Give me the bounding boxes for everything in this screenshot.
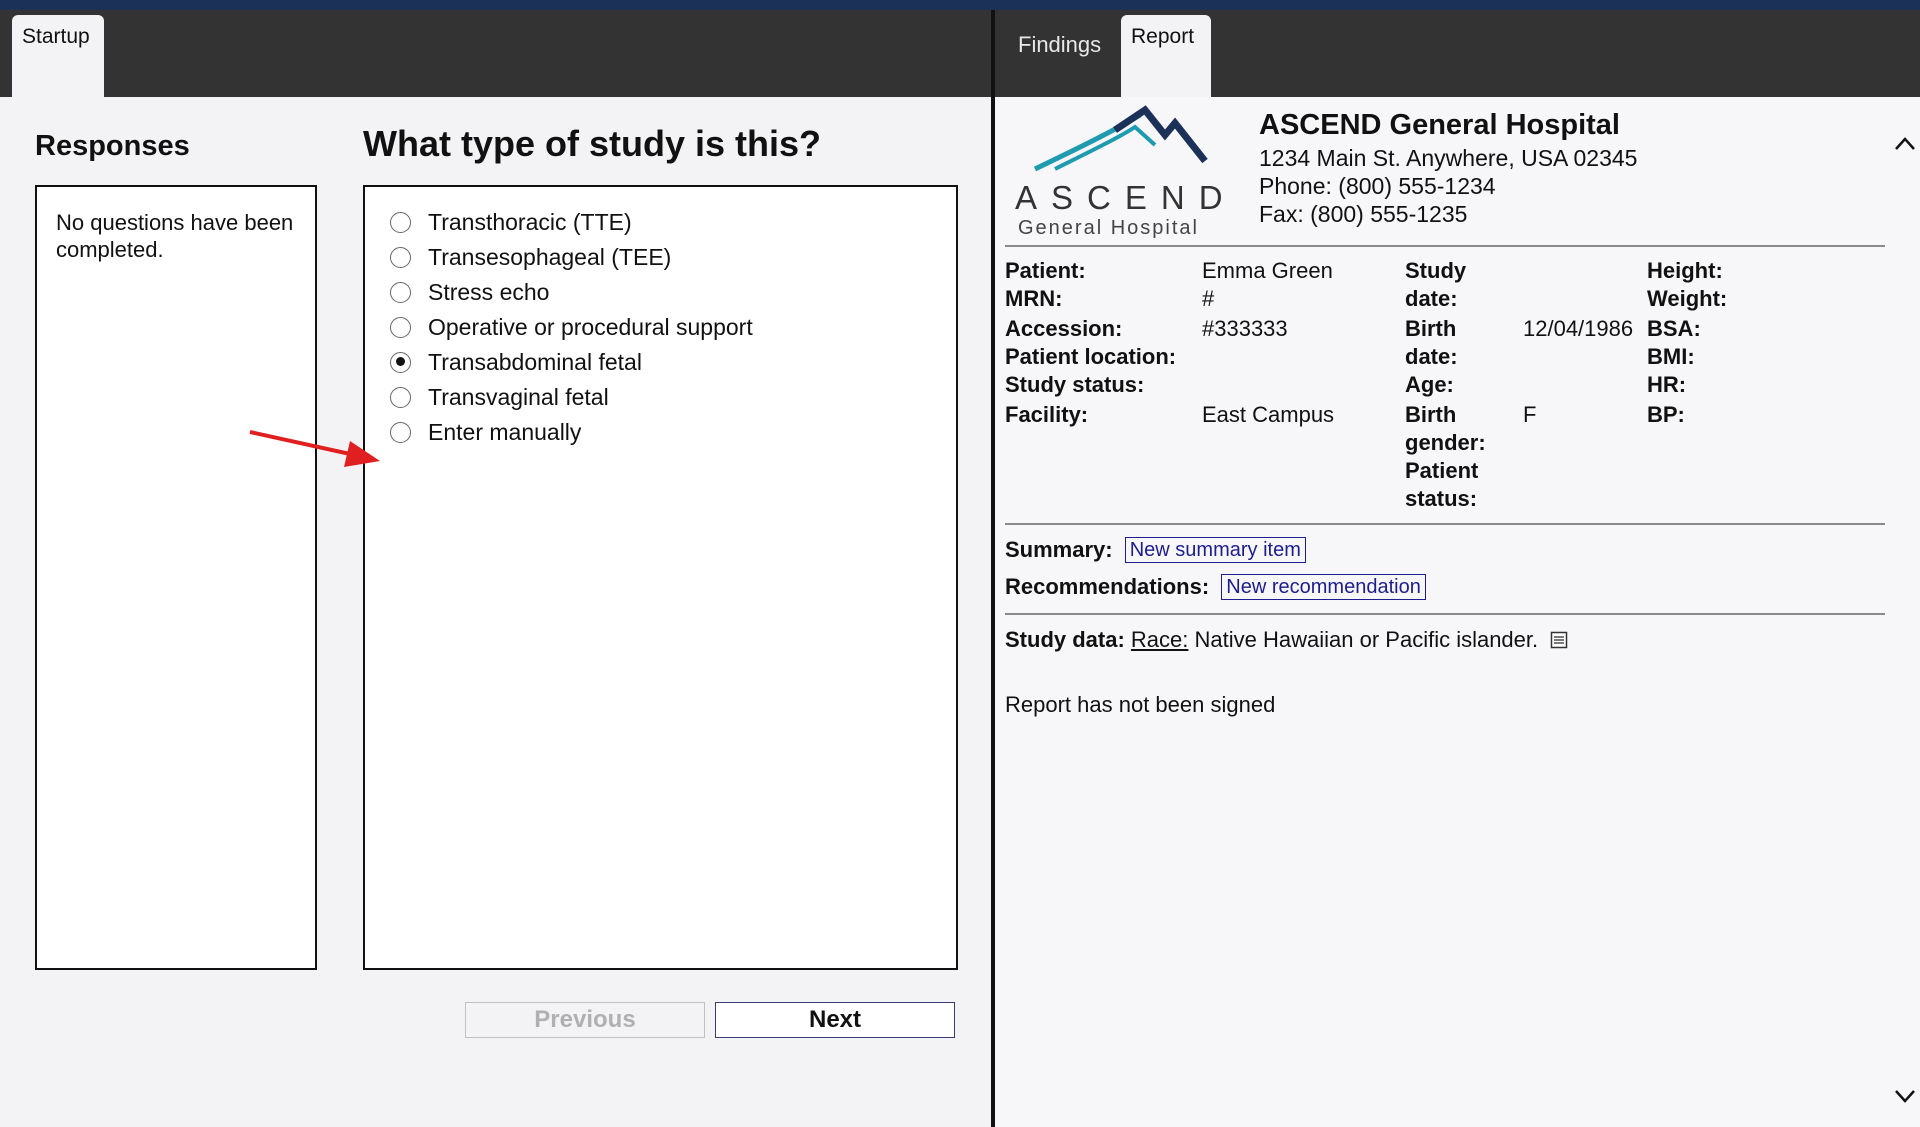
left-tab-bar: Startup [0, 10, 991, 97]
tab-report[interactable]: Report [1121, 15, 1211, 97]
hr-label: HR: [1647, 372, 1687, 397]
accession-label: Accession: [1005, 316, 1123, 341]
tab-report-label: Report [1131, 25, 1195, 48]
radio-stress-echo[interactable] [390, 281, 411, 303]
new-recommendation-button[interactable]: New recommendation [1221, 574, 1426, 600]
scroll-down-icon[interactable] [1894, 1089, 1916, 1105]
radio-transesophageal[interactable] [390, 246, 411, 268]
summary-label: Summary: [1005, 537, 1113, 562]
option-label: Transesophageal (TEE) [428, 243, 672, 270]
study-date-label-line1: Study [1405, 258, 1467, 283]
tab-startup-label: Startup [22, 25, 90, 48]
race-label[interactable]: Race: [1131, 627, 1188, 652]
option-label: Stress echo [428, 278, 550, 305]
birth-gender-label-line1: Birth [1405, 402, 1457, 427]
sign-status-text: Report has not been signed [1005, 692, 1276, 717]
birth-gender-label-line2: gender: [1405, 430, 1486, 455]
responses-box: No questions have been completed. [35, 185, 317, 970]
recommendations-row: Recommendations: New recommendation [1005, 574, 1426, 600]
patient-location-label: Patient location: [1005, 344, 1177, 369]
tab-findings[interactable]: Findings [1018, 32, 1101, 58]
age-label: Age: [1405, 372, 1454, 397]
bmi-label: BMI: [1647, 344, 1695, 369]
scroll-up-icon[interactable] [1894, 135, 1916, 151]
mountain-logo-icon [1033, 105, 1208, 172]
note-icon[interactable] [1550, 631, 1568, 649]
patient-label: Patient: [1005, 258, 1086, 283]
study-data-row: Study data: Race: Native Hawaiian or Pac… [1005, 627, 1568, 653]
option-operative-support[interactable]: Operative or procedural support [390, 312, 753, 342]
bp-label: BP: [1647, 402, 1685, 427]
option-label: Transvaginal fetal [428, 383, 609, 410]
patient-status-label-line1: Patient [1405, 458, 1479, 483]
study-status-label: Study status: [1005, 372, 1145, 397]
window-top-strip [0, 0, 1920, 10]
responses-empty-text: No questions have been completed. [56, 210, 294, 262]
hospital-logo: ASCEND General Hospital [1015, 105, 1225, 239]
study-type-options: Transthoracic (TTE) Transesophageal (TEE… [363, 185, 958, 970]
option-enter-manually[interactable]: Enter manually [390, 417, 581, 447]
study-data-label: Study data: [1005, 627, 1125, 652]
questionnaire-pane: Responses What type of study is this? No… [0, 97, 991, 1127]
previous-button[interactable]: Previous [465, 1002, 705, 1038]
facility-label: Facility: [1005, 402, 1089, 427]
radio-transabdominal-fetal[interactable] [390, 351, 411, 373]
option-label: Transabdominal fetal [428, 348, 642, 375]
option-transthoracic[interactable]: Transthoracic (TTE) [390, 207, 632, 237]
birth-gender-value: F [1523, 402, 1537, 427]
header-divider [1005, 245, 1885, 247]
hospital-fax: Fax: (800) 555-1235 [1259, 201, 1468, 227]
option-label: Enter manually [428, 418, 582, 445]
hospital-name: ASCEND General Hospital [1259, 109, 1620, 141]
height-label: Height: [1647, 258, 1723, 283]
patient-value: Emma Green [1202, 258, 1333, 283]
radio-enter-manually[interactable] [390, 421, 411, 443]
option-transesophageal[interactable]: Transesophageal (TEE) [390, 242, 671, 272]
option-transabdominal-fetal[interactable]: Transabdominal fetal [390, 347, 642, 377]
new-summary-item-button[interactable]: New summary item [1124, 537, 1306, 563]
race-value: Native Hawaiian or Pacific islander. [1194, 627, 1539, 652]
patient-divider [1005, 523, 1885, 525]
facility-value: East Campus [1202, 402, 1335, 427]
option-transvaginal-fetal[interactable]: Transvaginal fetal [390, 382, 609, 412]
report-pane: ASCEND General Hospital ASCEND General H… [995, 97, 1920, 1127]
logo-wordmark: ASCEND [1015, 179, 1237, 216]
right-tab-bar: Findings Report [995, 10, 1920, 97]
option-label: Transthoracic (TTE) [428, 208, 632, 235]
mrn-value: # [1202, 286, 1215, 311]
next-button[interactable]: Next [715, 1002, 955, 1038]
red-arrow-annotation [249, 430, 380, 467]
tab-startup[interactable]: Startup [12, 15, 104, 97]
option-label: Operative or procedural support [428, 313, 753, 340]
question-heading: What type of study is this? [363, 123, 822, 164]
hospital-address: 1234 Main St. Anywhere, USA 02345 [1259, 145, 1638, 171]
mrn-label: MRN: [1005, 286, 1063, 311]
bsa-label: BSA: [1647, 316, 1701, 341]
birth-date-value: 12/04/1986 [1523, 316, 1634, 341]
option-stress-echo[interactable]: Stress echo [390, 277, 549, 307]
radio-operative-support[interactable] [390, 316, 411, 338]
radio-transvaginal-fetal[interactable] [390, 386, 411, 408]
weight-label: Weight: [1647, 286, 1728, 311]
responses-heading: Responses [35, 130, 190, 162]
recommendations-label: Recommendations: [1005, 574, 1210, 599]
summary-row: Summary: New summary item [1005, 537, 1306, 563]
birth-date-label-line1: Birth [1405, 316, 1457, 341]
summary-divider [1005, 613, 1885, 615]
logo-subtitle: General Hospital [1018, 217, 1199, 239]
patient-status-label-line2: status: [1405, 486, 1478, 511]
accession-value: #333333 [1202, 316, 1288, 341]
hospital-phone: Phone: (800) 555-1234 [1259, 173, 1496, 199]
radio-transthoracic[interactable] [390, 211, 411, 233]
study-date-label-line2: date: [1405, 286, 1458, 311]
birth-date-label-line2: date: [1405, 344, 1458, 369]
